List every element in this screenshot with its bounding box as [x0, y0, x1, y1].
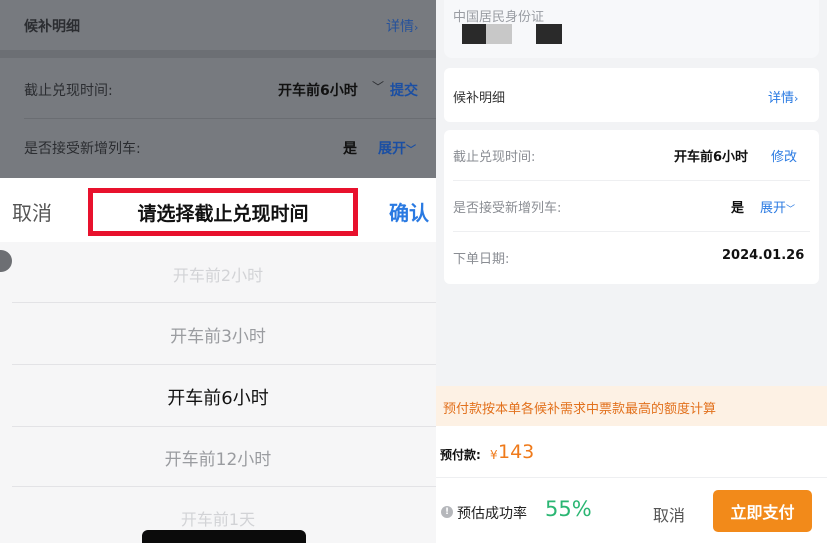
deadline-value: 开车前6小时 — [674, 150, 749, 165]
payment-footer: ! 预估成功率 55% 取消 立即支付 — [436, 478, 827, 543]
order-date-value: 2024.01.26 — [722, 248, 805, 263]
picker-title: 请选择截止兑现时间 — [137, 202, 309, 225]
bg-detail-link[interactable]: 详情› — [386, 16, 418, 36]
dimmed-background: 候补明细 详情› 截止兑现时间: 开车前6小时 ﹀ 提交 是否接受新增列车: 是… — [0, 0, 436, 178]
prepay-notice-banner: 预付款按本单各候补需求中票款最高的额度计算 — [436, 386, 827, 426]
bg-accept-row: 是否接受新增列车: 是 展开﹀ — [0, 132, 436, 162]
bg-deadline-label: 截止兑现时间: — [24, 83, 113, 99]
bg-waitlist-title: 候补明细 — [24, 19, 80, 35]
row-divider — [453, 231, 810, 232]
picker-divider — [12, 364, 436, 365]
bg-waitlist-row: 候补明细 详情› — [0, 10, 436, 40]
success-rate-label: 预估成功率 — [457, 506, 527, 522]
picker-divider — [12, 426, 436, 427]
success-rate-value: 55% — [545, 497, 592, 521]
prepay-label: 预付款: — [440, 448, 481, 462]
info-icon[interactable]: ! — [441, 506, 453, 518]
picker-option-1d[interactable]: 开车前1天 — [0, 506, 436, 530]
passenger-id-card: 中国居民身份证 — [444, 0, 819, 58]
currency-symbol: ¥ — [490, 448, 498, 462]
expand-link[interactable]: 展开﹀ — [760, 197, 795, 216]
chevron-right-icon: › — [794, 92, 799, 105]
picker-title-highlight: 请选择截止兑现时间 — [88, 188, 358, 236]
picker-divider — [12, 302, 436, 303]
right-screen: 中国居民身份证 候补明细 详情› 截止兑现时间: 开车前6小时 修改 是否接受新… — [436, 0, 827, 543]
prepay-amount: 143 — [498, 441, 535, 463]
pay-now-button[interactable]: 立即支付 — [713, 490, 812, 532]
bg-accept-value: 是 — [343, 141, 357, 157]
chevron-down-icon: ﹀ — [406, 145, 416, 156]
chevron-down-icon: ﹀ — [786, 205, 796, 215]
detail-link[interactable]: 详情› — [768, 87, 798, 106]
bg-deadline-value: 开车前6小时 — [278, 83, 358, 99]
order-date-label: 下单日期: — [453, 252, 510, 267]
chevron-down-icon: ﹀ — [372, 80, 385, 94]
waitlist-detail-card: 候补明细 详情› — [444, 68, 819, 122]
chevron-right-icon: › — [414, 21, 419, 34]
redacted-block — [536, 24, 562, 44]
bg-accept-label: 是否接受新增列车: — [24, 141, 141, 157]
picker-header: 取消 请选择截止兑现时间 确认 — [0, 178, 436, 242]
bg-divider — [24, 118, 436, 119]
bg-submit-link[interactable]: 提交 — [390, 80, 418, 100]
bg-deadline-row: 截止兑现时间: 开车前6小时 ﹀ 提交 — [0, 74, 436, 104]
modify-link[interactable]: 修改 — [771, 146, 797, 165]
deadline-label: 截止兑现时间: — [453, 150, 536, 165]
home-indicator — [142, 530, 306, 543]
deadline-picker-sheet: 取消 请选择截止兑现时间 确认 开车前2小时 开车前3小时 开车前6小时 开车前… — [0, 178, 436, 543]
picker-option-12h[interactable]: 开车前12小时 — [0, 445, 436, 470]
order-settings-card: 截止兑现时间: 开车前6小时 修改 是否接受新增列车: 是 展开﹀ 下单日期: … — [444, 130, 819, 284]
prepay-notice-text: 预付款按本单各候补需求中票款最高的额度计算 — [443, 402, 717, 417]
redacted-block — [462, 24, 486, 44]
waitlist-detail-title: 候补明细 — [453, 91, 506, 106]
row-divider — [453, 180, 810, 181]
picker-option-6h-selected[interactable]: 开车前6小时 — [0, 384, 436, 410]
prepay-row: 预付款: ¥ 143 — [436, 426, 827, 478]
bg-separator — [0, 50, 436, 58]
picker-cancel-button[interactable]: 取消 — [12, 197, 52, 226]
bg-expand-link[interactable]: 展开﹀ — [378, 138, 416, 158]
redacted-block — [486, 24, 512, 44]
id-type-label: 中国居民身份证 — [453, 10, 545, 25]
left-screen: 候补明细 详情› 截止兑现时间: 开车前6小时 ﹀ 提交 是否接受新增列车: 是… — [0, 0, 436, 543]
accept-new-train-label: 是否接受新增列车: — [453, 201, 562, 216]
accept-new-train-value: 是 — [731, 201, 745, 216]
picker-option-2h[interactable]: 开车前2小时 — [0, 262, 436, 286]
picker-divider — [12, 486, 436, 487]
picker-option-3h[interactable]: 开车前3小时 — [0, 322, 436, 347]
footer-cancel-button[interactable]: 取消 — [653, 502, 685, 526]
picker-confirm-button[interactable]: 确认 — [389, 197, 429, 226]
